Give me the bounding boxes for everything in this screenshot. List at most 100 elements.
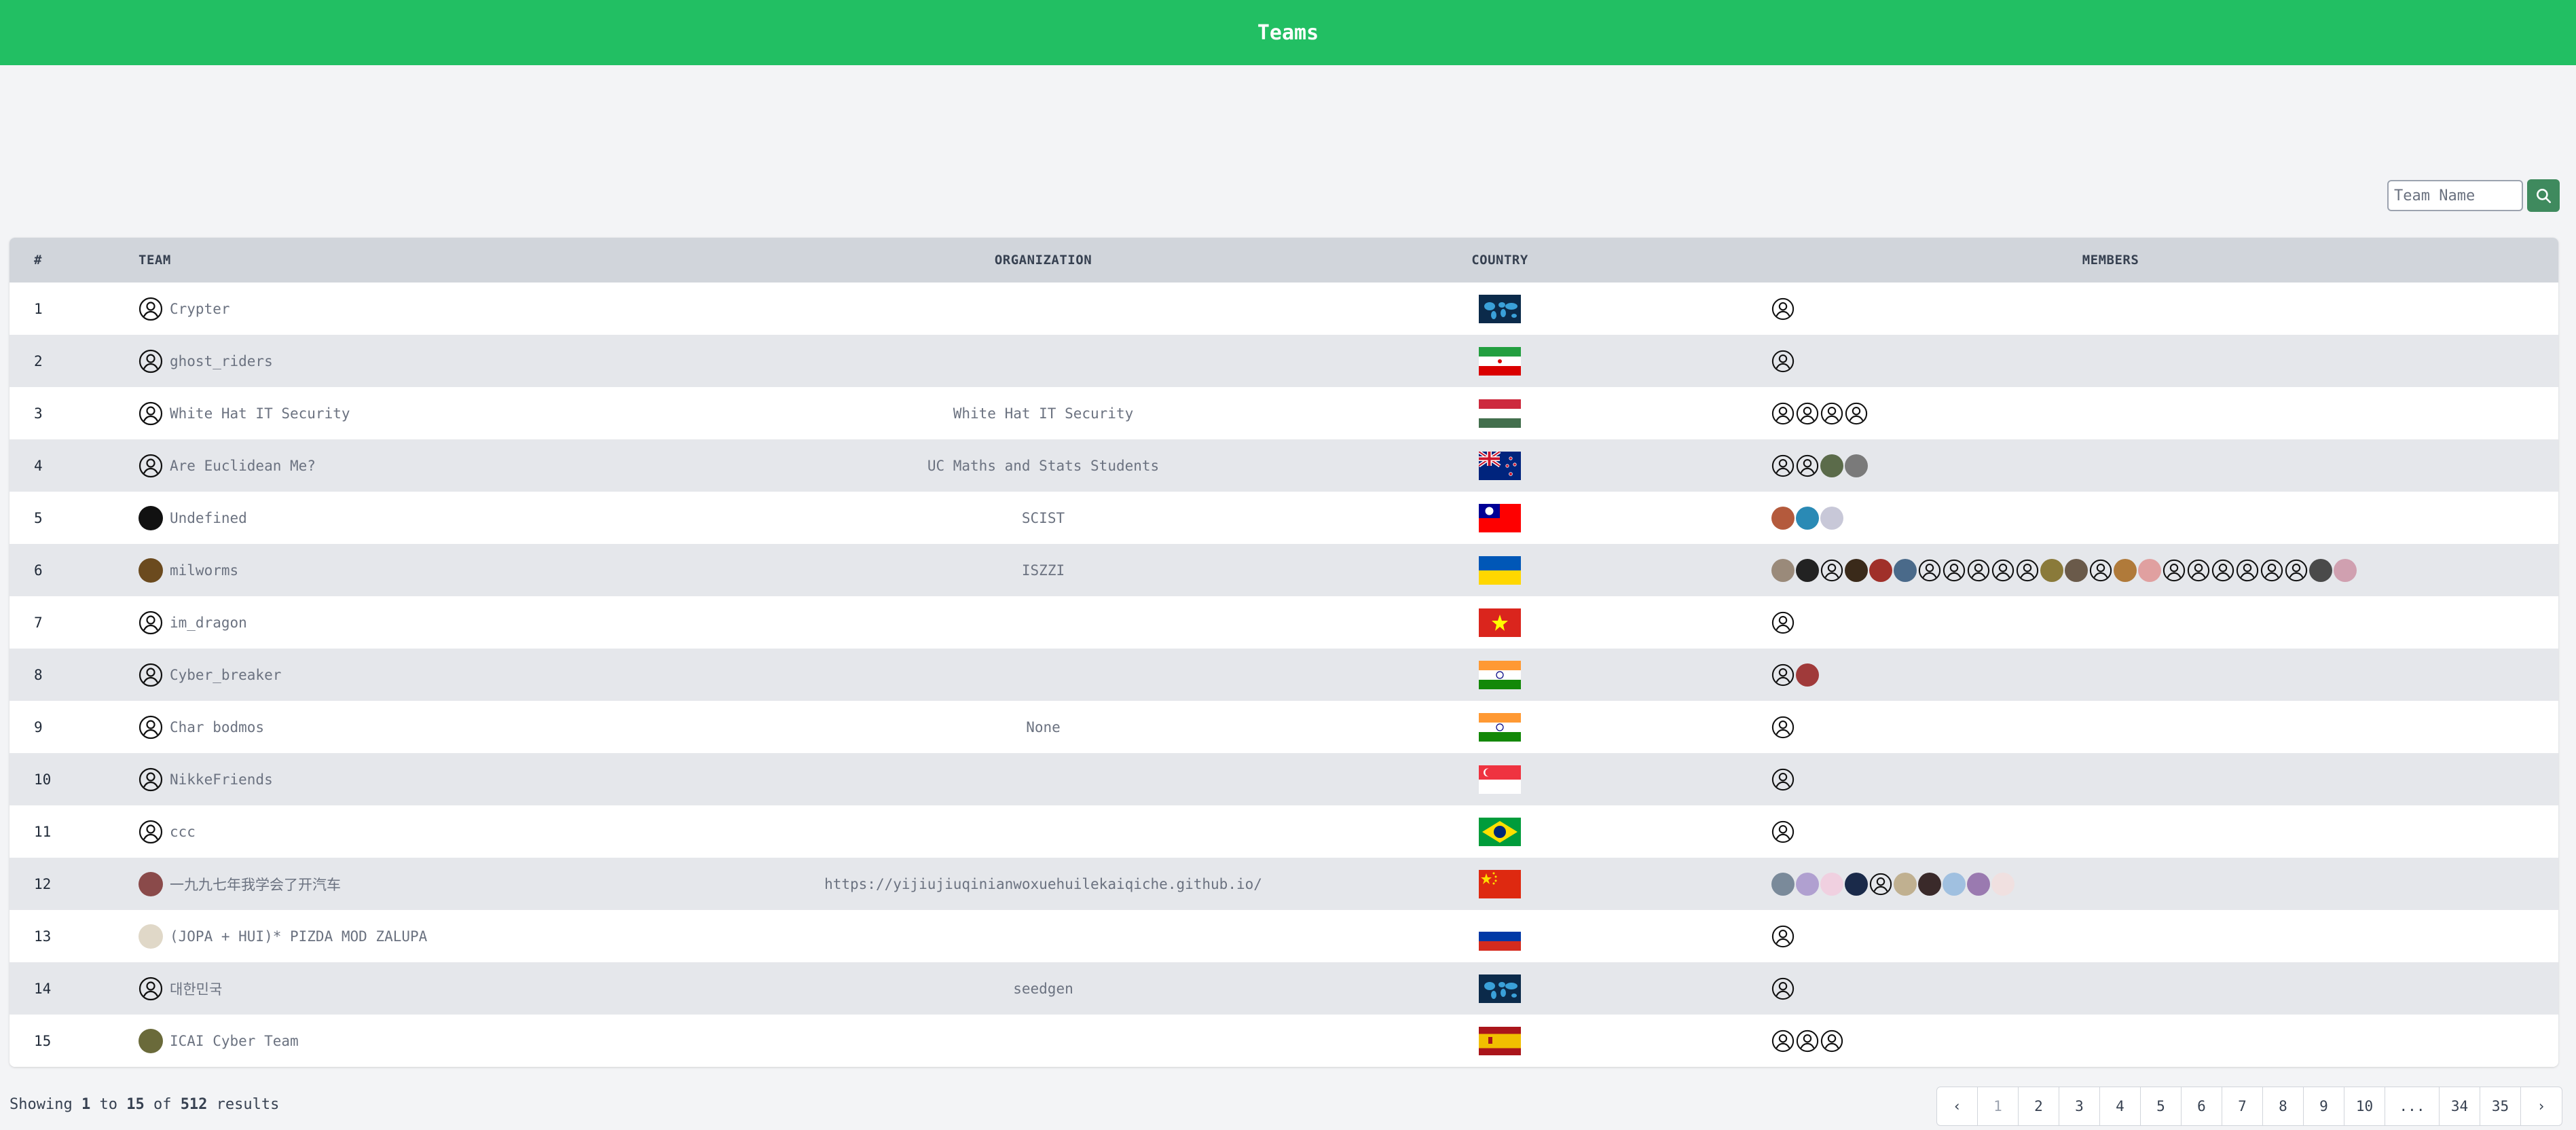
member-avatar[interactable] [1820, 454, 1843, 477]
member-avatar[interactable] [1820, 506, 1843, 530]
member-avatar[interactable] [2309, 558, 2332, 582]
member-avatar[interactable] [1771, 1029, 1795, 1053]
member-avatar[interactable] [1771, 402, 1795, 425]
team-name-link[interactable]: im_dragon [170, 615, 247, 631]
pagination-page-button[interactable]: 34 [2440, 1087, 2480, 1125]
member-avatar[interactable] [1771, 558, 1795, 582]
pagination-page-button[interactable]: 3 [2059, 1087, 2100, 1125]
member-avatar[interactable] [1771, 872, 1795, 896]
team-name-link[interactable]: White Hat IT Security [170, 405, 350, 422]
member-avatar[interactable] [1894, 872, 1917, 896]
member-avatar[interactable] [2236, 559, 2259, 582]
member-avatar[interactable] [1796, 663, 1819, 687]
member-avatar[interactable] [1967, 872, 1990, 896]
team-name-link[interactable]: 一九九七年我学会了开汽车 [170, 874, 341, 894]
member-avatar[interactable] [1796, 558, 1819, 582]
team-name-link[interactable]: Cyber_breaker [170, 667, 281, 683]
member-avatar[interactable] [1820, 1029, 1843, 1053]
team-cell[interactable]: milworms [139, 558, 750, 583]
member-avatar[interactable] [1845, 558, 1868, 582]
member-avatar[interactable] [1869, 873, 1892, 896]
team-name-link[interactable]: Char bodmos [170, 719, 264, 735]
member-avatar[interactable] [1771, 716, 1795, 739]
pagination-page-button[interactable]: 7 [2222, 1087, 2263, 1125]
member-avatar[interactable] [1771, 663, 1795, 687]
team-name-link[interactable]: Undefined [170, 510, 247, 526]
member-avatar[interactable] [1771, 297, 1795, 321]
team-name-link[interactable]: (JOPA + HUI)* PIZDA MOD ZALUPA [170, 928, 427, 945]
member-avatar[interactable] [1771, 768, 1795, 791]
member-avatar[interactable] [2016, 559, 2039, 582]
member-avatar[interactable] [1820, 872, 1843, 896]
team-name-link[interactable]: NikkeFriends [170, 771, 273, 788]
search-button[interactable] [2527, 179, 2560, 212]
member-avatar[interactable] [1796, 872, 1819, 896]
member-avatar[interactable] [2089, 559, 2112, 582]
member-avatar[interactable] [1796, 454, 1819, 477]
team-cell[interactable]: Crypter [139, 297, 750, 321]
member-avatar[interactable] [2334, 558, 2357, 582]
member-avatar[interactable] [2065, 558, 2088, 582]
team-name-link[interactable]: milworms [170, 562, 238, 579]
member-avatar[interactable] [2285, 559, 2308, 582]
member-avatar[interactable] [2040, 558, 2063, 582]
team-cell[interactable]: Undefined [139, 505, 750, 530]
pagination-page-button[interactable]: 8 [2263, 1087, 2304, 1125]
member-avatar[interactable] [1943, 872, 1966, 896]
member-avatar[interactable] [1771, 454, 1795, 477]
pagination-page-button[interactable]: 35 [2480, 1087, 2521, 1125]
team-cell[interactable]: ccc [139, 820, 750, 844]
team-name-link[interactable]: Crypter [170, 301, 230, 317]
member-avatar[interactable] [1771, 350, 1795, 373]
pagination-page-button[interactable]: 6 [2182, 1087, 2222, 1125]
team-cell[interactable]: Cyber_breaker [139, 663, 750, 687]
pagination-page-button[interactable]: 2 [2019, 1087, 2059, 1125]
pagination-prev-button[interactable]: ‹ [1937, 1087, 1978, 1125]
member-avatar[interactable] [1918, 872, 1941, 896]
member-avatar[interactable] [1820, 402, 1843, 425]
team-cell[interactable]: NikkeFriends [139, 767, 750, 792]
pagination-page-button[interactable]: 5 [2141, 1087, 2182, 1125]
team-name-search-input[interactable] [2387, 180, 2523, 211]
member-avatar[interactable] [2260, 559, 2283, 582]
member-avatar[interactable] [1796, 506, 1819, 530]
pagination-next-button[interactable]: › [2521, 1087, 2562, 1125]
team-cell[interactable]: ICAI Cyber Team [139, 1028, 750, 1053]
team-name-link[interactable]: ccc [170, 824, 196, 840]
member-avatar[interactable] [2163, 559, 2186, 582]
member-avatar[interactable] [1771, 506, 1795, 530]
team-cell[interactable]: im_dragon [139, 610, 750, 635]
team-cell[interactable]: Are Euclidean Me? [139, 454, 750, 478]
pagination-page-button[interactable]: 9 [2304, 1087, 2344, 1125]
member-avatar[interactable] [2211, 559, 2234, 582]
member-avatar[interactable] [1943, 559, 1966, 582]
member-avatar[interactable] [1796, 1029, 1819, 1053]
team-cell[interactable]: 대한민국 [139, 977, 750, 1001]
member-avatar[interactable] [1918, 559, 1941, 582]
member-avatar[interactable] [1991, 559, 2014, 582]
pagination-page-button[interactable]: 4 [2100, 1087, 2141, 1125]
member-avatar[interactable] [2187, 559, 2210, 582]
team-name-link[interactable]: Are Euclidean Me? [170, 458, 316, 474]
member-avatar[interactable] [1771, 977, 1795, 1000]
team-name-link[interactable]: 대한민국 [170, 979, 222, 999]
member-avatar[interactable] [1991, 872, 2014, 896]
member-avatar[interactable] [1820, 559, 1843, 582]
team-name-link[interactable]: ghost_riders [170, 353, 273, 369]
member-avatar[interactable] [1796, 402, 1819, 425]
member-avatar[interactable] [1771, 925, 1795, 948]
member-avatar[interactable] [2114, 558, 2137, 582]
team-cell[interactable]: (JOPA + HUI)* PIZDA MOD ZALUPA [139, 924, 750, 949]
pagination-page-button[interactable]: 10 [2344, 1087, 2385, 1125]
pagination-page-button[interactable]: 1 [1978, 1087, 2019, 1125]
team-cell[interactable]: White Hat IT Security [139, 401, 750, 426]
member-avatar[interactable] [1845, 872, 1868, 896]
team-cell[interactable]: ghost_riders [139, 349, 750, 373]
member-avatar[interactable] [1845, 402, 1868, 425]
member-avatar[interactable] [1967, 559, 1990, 582]
member-avatar[interactable] [1894, 558, 1917, 582]
team-name-link[interactable]: ICAI Cyber Team [170, 1033, 299, 1049]
member-avatar[interactable] [1771, 611, 1795, 634]
member-avatar[interactable] [1845, 454, 1868, 477]
team-cell[interactable]: 一九九七年我学会了开汽车 [139, 871, 750, 896]
